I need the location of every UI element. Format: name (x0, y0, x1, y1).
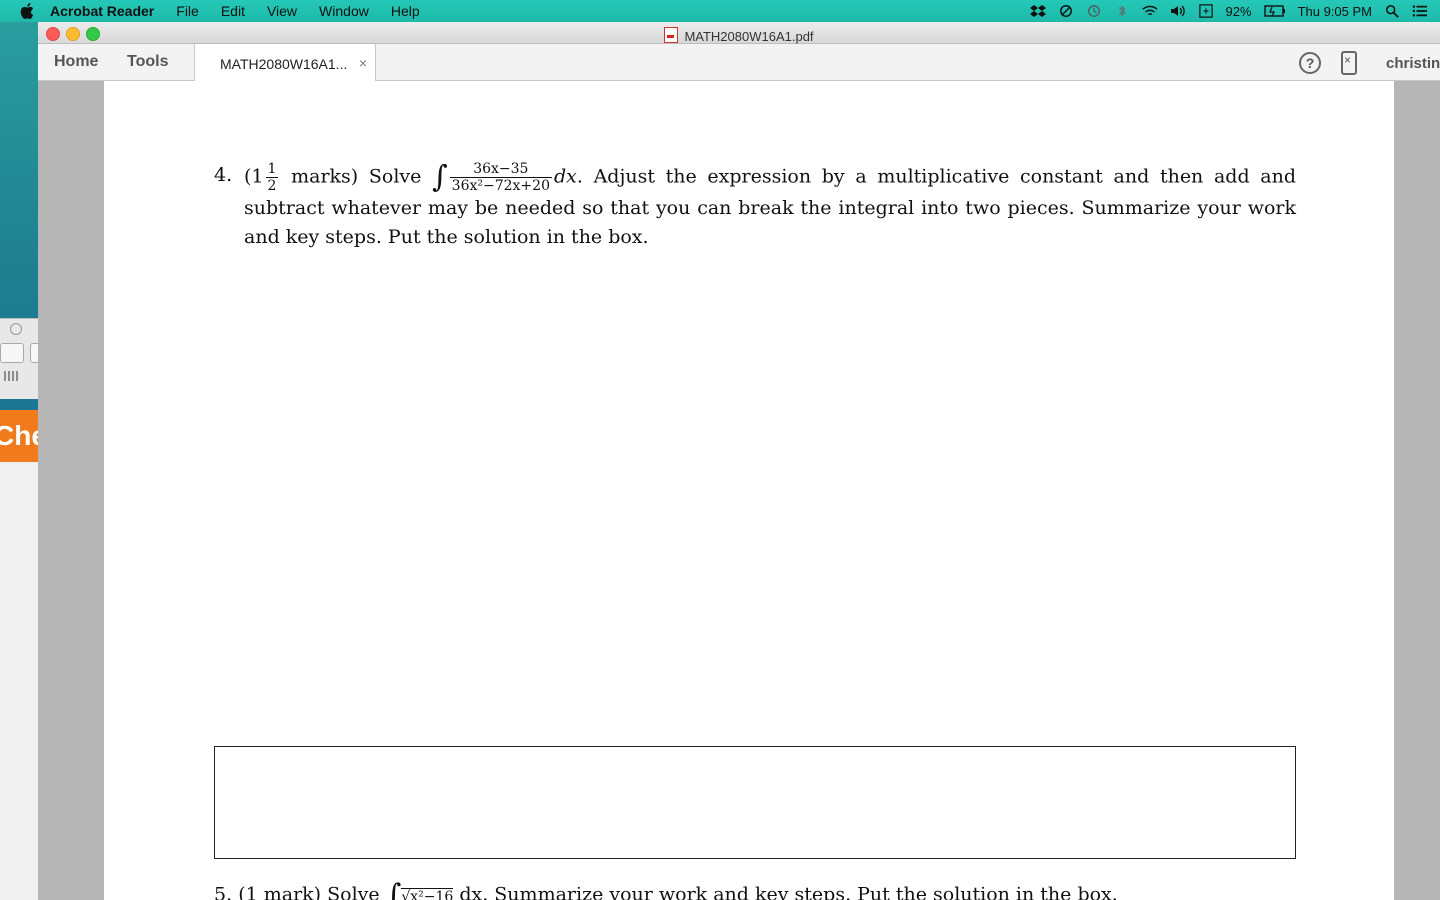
problem-number: 4. (214, 164, 233, 186)
menu-view[interactable]: View (267, 3, 297, 19)
notification-center-icon[interactable] (1412, 4, 1428, 18)
do-not-disturb-icon[interactable] (1058, 4, 1074, 18)
input-source-icon[interactable] (1198, 4, 1214, 18)
volume-icon[interactable] (1170, 4, 1186, 18)
spotlight-icon[interactable] (1384, 4, 1400, 18)
user-account[interactable]: christine (1386, 55, 1440, 72)
problem-text: (1 1 2 marks) Solve ∫ 36x−35 36x²−72x+20 dx. … (244, 159, 1296, 248)
menu-bar: Acrobat Reader File Edit View Window Hel… (0, 0, 1440, 22)
toolbar: Home Tools MATH2080W16A1... × ? christin… (38, 44, 1440, 81)
mobile-link-icon[interactable] (1341, 51, 1357, 75)
menu-edit[interactable]: Edit (221, 3, 245, 19)
menu-help[interactable]: Help (391, 3, 420, 19)
menu-window[interactable]: Window (319, 3, 369, 19)
integrand-fraction: 36x−35 36x²−72x+20 (449, 161, 552, 194)
grid-icon (4, 371, 20, 381)
play-button (0, 343, 24, 363)
tab-home[interactable]: Home (54, 53, 98, 71)
marks-fraction: 12 (265, 161, 279, 194)
acrobat-window: MATH2080W16A1.pdf Home Tools MATH2080W16… (38, 22, 1440, 900)
problem-4: 4. (1 1 2 marks) Solve ∫ 36x−35 36x²−72x+20 d… (214, 161, 1296, 251)
wifi-icon[interactable] (1141, 4, 1158, 18)
document-viewer[interactable]: 4. (1 1 2 marks) Solve ∫ 36x−35 36x²−72x+20 d… (38, 81, 1440, 900)
apple-icon[interactable] (18, 2, 36, 20)
document-tab[interactable]: MATH2080W16A1... × (194, 44, 376, 81)
app-menu[interactable]: Acrobat Reader (50, 3, 154, 19)
problem-5-partial: 5. (1 mark) Solve ∫√x²−16 dx. Summarize … (214, 878, 1118, 900)
window-title: MATH2080W16A1.pdf (38, 25, 1440, 44)
document-tab-label: MATH2080W16A1... (220, 56, 348, 72)
status-area: 92% Thu 9:05 PM (1029, 0, 1440, 22)
battery-icon[interactable] (1263, 5, 1286, 17)
dropbox-icon[interactable] (1029, 4, 1046, 18)
pdf-page: 4. (1 1 2 marks) Solve ∫ 36x−35 36x²−72x+20 d… (104, 81, 1394, 900)
background-window-body (0, 462, 38, 900)
integral-symbol: ∫ (432, 159, 448, 195)
window-button (10, 323, 22, 335)
pdf-file-icon (664, 27, 679, 43)
title-bar: MATH2080W16A1.pdf (38, 22, 1440, 44)
menu-file[interactable]: File (176, 3, 199, 19)
time-machine-icon[interactable] (1086, 4, 1102, 18)
bluetooth-icon[interactable] (1114, 4, 1130, 18)
answer-box (214, 746, 1296, 859)
tab-tools[interactable]: Tools (127, 53, 168, 71)
clock[interactable]: Thu 9:05 PM (1298, 4, 1372, 19)
help-icon[interactable]: ? (1299, 52, 1321, 74)
close-tab-icon[interactable]: × (359, 55, 367, 71)
battery-percent: 92% (1225, 3, 1252, 19)
background-window-controls (0, 318, 42, 399)
background-window-banner: Che (0, 410, 38, 462)
